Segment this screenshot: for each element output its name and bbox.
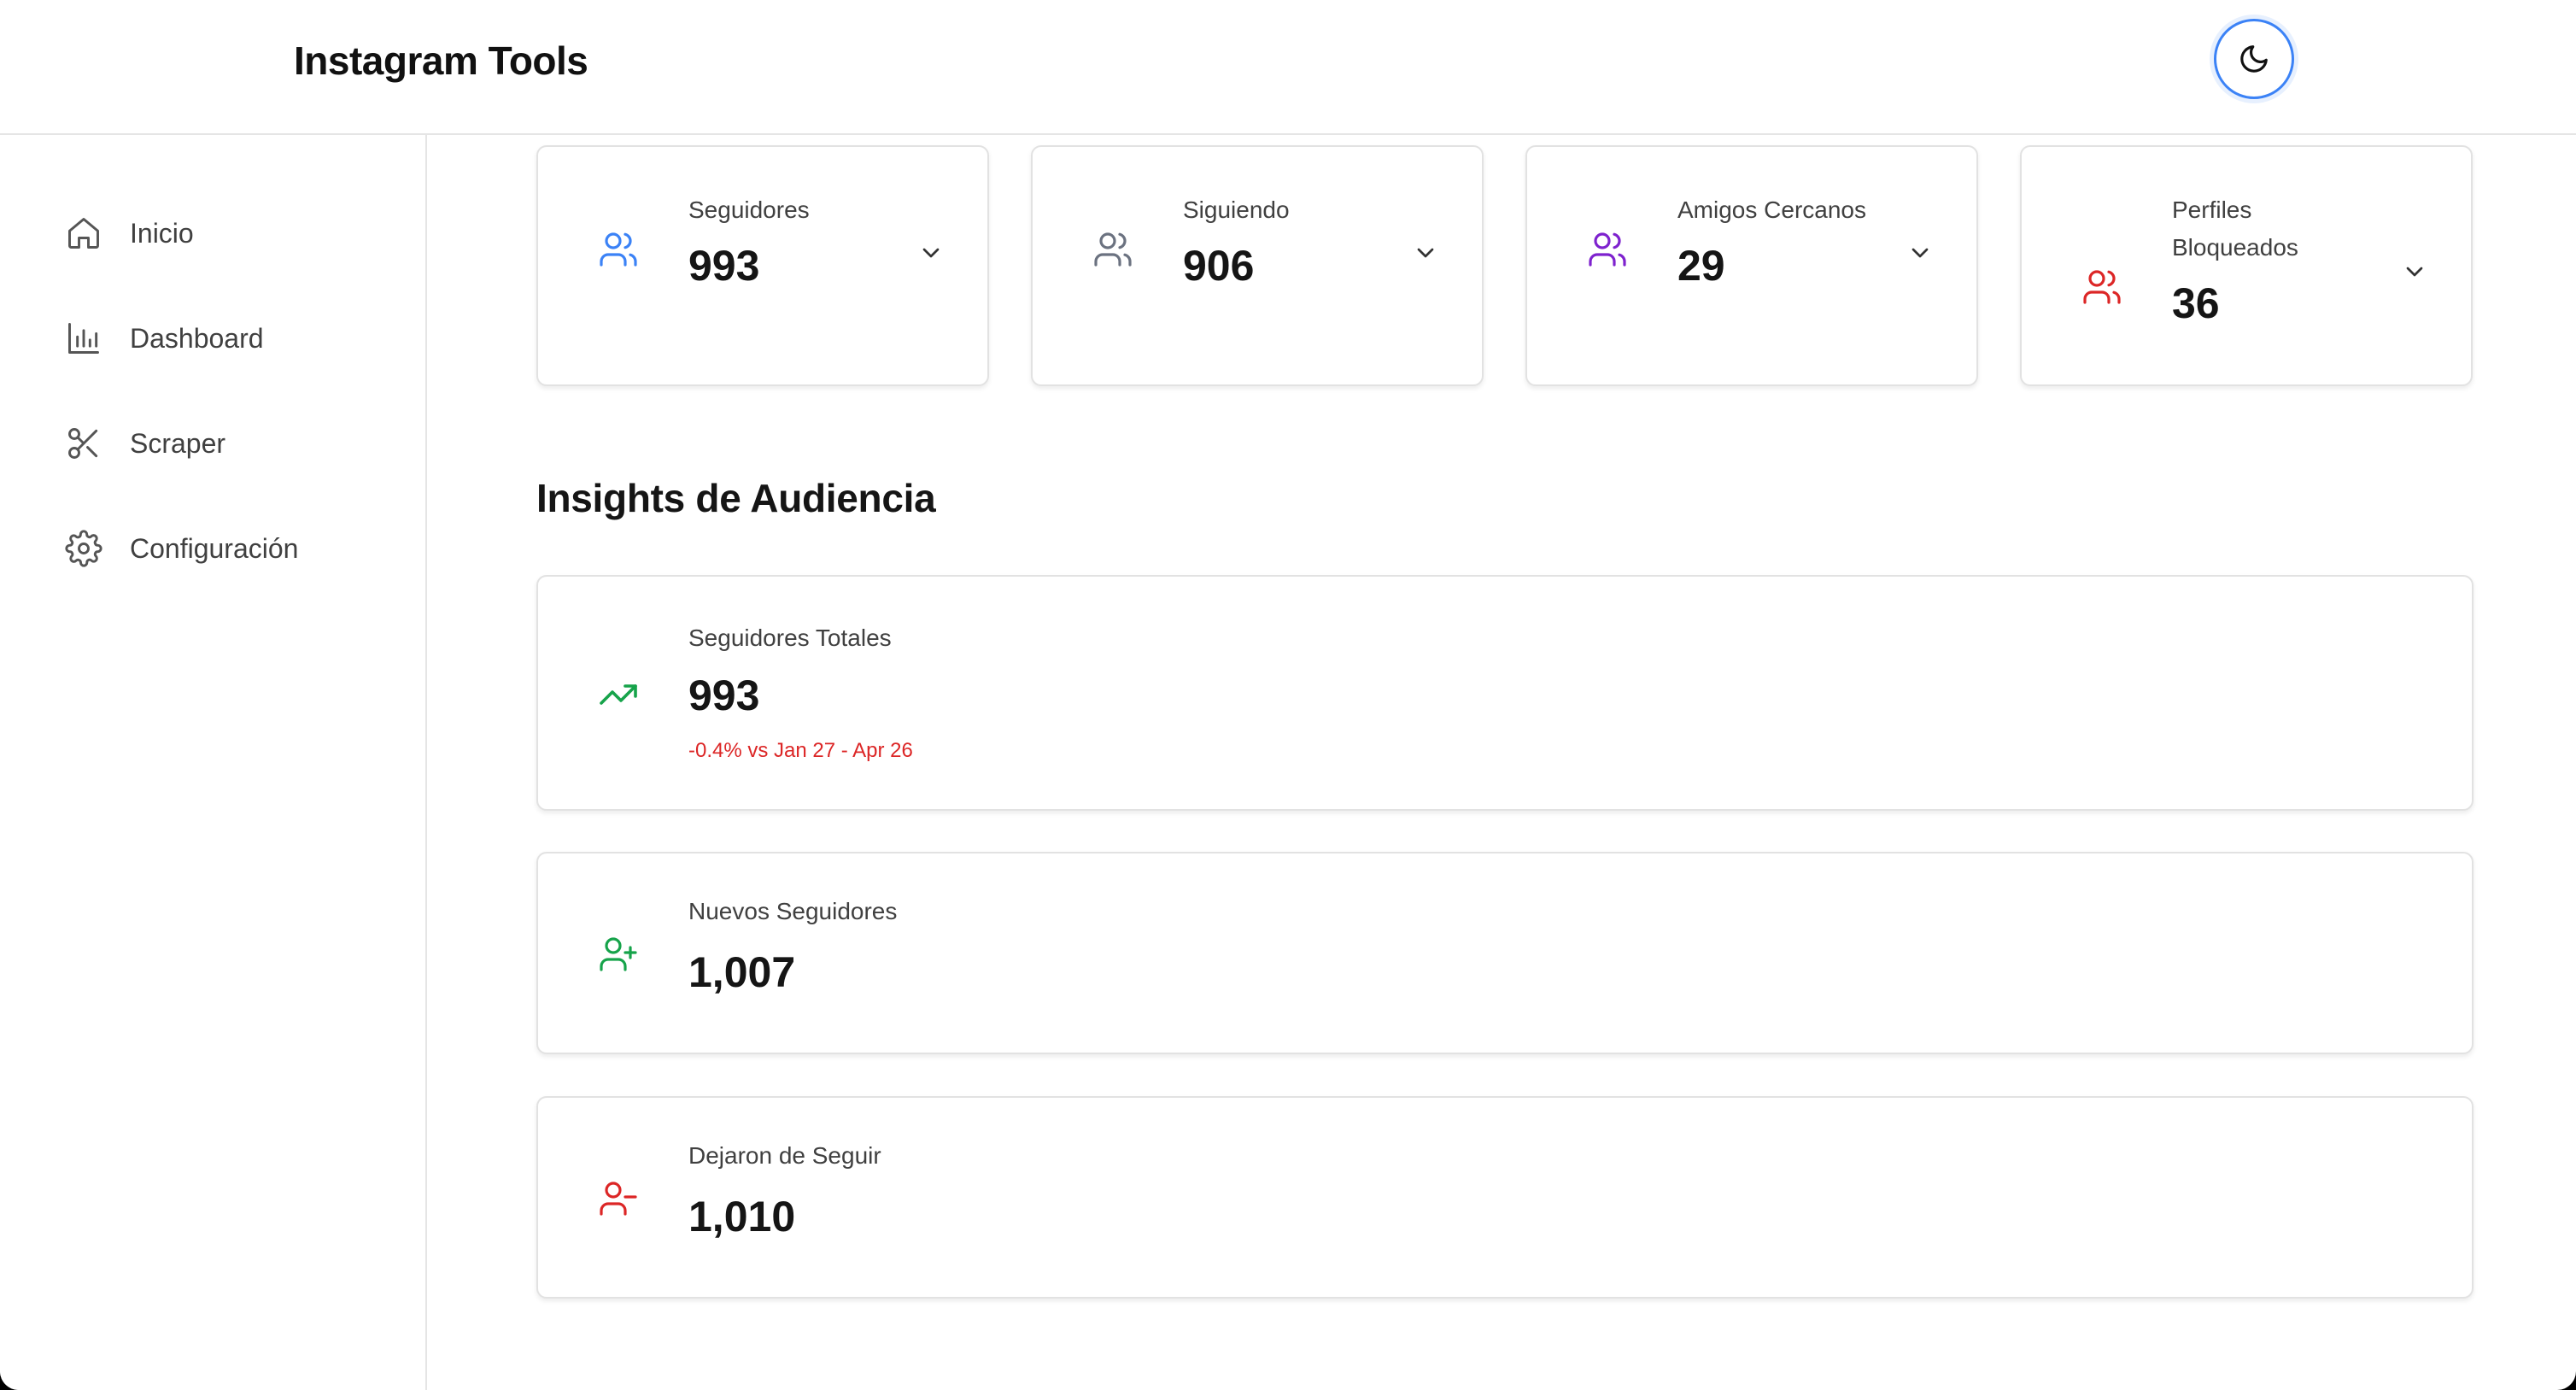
stat-card-siguiendo[interactable]: Siguiendo 906 bbox=[1031, 145, 1484, 386]
users-icon bbox=[1589, 232, 1626, 267]
sidebar-item-label: Scraper bbox=[130, 427, 226, 459]
gear-icon bbox=[65, 530, 102, 567]
top-header: Instagram Tools bbox=[0, 0, 2576, 135]
insight-card-nuevos-seguidores: Nuevos Seguidores 1,007 bbox=[536, 852, 2474, 1054]
sidebar-item-label: Dashboard bbox=[130, 322, 264, 354]
sidebar-item-label: Configuración bbox=[130, 532, 299, 564]
insight-label: Dejaron de Seguir bbox=[688, 1142, 881, 1169]
insight-card-seguidores-totales: Seguidores Totales 993 -0.4% vs Jan 27 -… bbox=[536, 575, 2474, 811]
app-title: Instagram Tools bbox=[294, 38, 588, 83]
sidebar-item-configuracion[interactable]: Configuración bbox=[65, 519, 298, 578]
insight-value: 1,010 bbox=[688, 1193, 796, 1240]
chevron-down-icon[interactable] bbox=[917, 239, 945, 267]
sidebar-item-inicio[interactable]: Inicio bbox=[65, 203, 194, 263]
stat-card-perfiles-bloqueados[interactable]: Perfiles Bloqueados 36 bbox=[2020, 145, 2473, 386]
app-window: Instagram Tools Inicio Dashboard Scraper bbox=[0, 0, 2576, 1390]
stat-value: 29 bbox=[1677, 242, 1725, 290]
insight-label: Seguidores Totales bbox=[688, 625, 892, 651]
user-minus-icon bbox=[600, 1182, 637, 1216]
insight-value: 1,007 bbox=[688, 948, 796, 996]
sidebar-item-scraper[interactable]: Scraper bbox=[65, 413, 225, 473]
stat-value: 36 bbox=[2172, 279, 2220, 327]
sidebar-item-dashboard[interactable]: Dashboard bbox=[65, 308, 264, 368]
stat-card-seguidores[interactable]: Seguidores 993 bbox=[536, 145, 989, 386]
users-icon bbox=[1094, 232, 1132, 267]
stat-label: Siguiendo bbox=[1183, 196, 1290, 223]
chevron-down-icon[interactable] bbox=[1906, 239, 1934, 267]
stat-value: 906 bbox=[1183, 242, 1255, 290]
bar-chart-icon bbox=[68, 323, 99, 354]
chevron-down-icon[interactable] bbox=[1412, 239, 1439, 267]
home-icon bbox=[68, 218, 99, 249]
insight-card-dejaron-de-seguir: Dejaron de Seguir 1,010 bbox=[536, 1096, 2474, 1299]
theme-toggle-button[interactable] bbox=[2214, 19, 2294, 99]
moon-icon bbox=[2240, 45, 2268, 73]
users-icon bbox=[600, 232, 637, 267]
stat-label: Perfiles Bloqueados bbox=[2172, 196, 2298, 261]
insight-label: Nuevos Seguidores bbox=[688, 898, 898, 924]
stat-card-amigos-cercanos[interactable]: Amigos Cercanos 29 bbox=[1525, 145, 1978, 386]
user-plus-icon bbox=[600, 937, 637, 971]
trending-up-icon bbox=[600, 684, 637, 705]
insight-change: -0.4% vs Jan 27 - Apr 26 bbox=[688, 739, 913, 762]
insight-value: 993 bbox=[688, 672, 760, 719]
stat-value: 993 bbox=[688, 242, 760, 290]
users-icon bbox=[2083, 270, 2121, 304]
sidebar-item-label: Inicio bbox=[130, 217, 194, 249]
section-title: Insights de Audiencia bbox=[536, 476, 936, 520]
sidebar: Inicio Dashboard Scraper Configuración bbox=[0, 135, 427, 1390]
stat-label: Seguidores bbox=[688, 196, 810, 223]
stat-label: Amigos Cercanos bbox=[1677, 196, 1866, 223]
scissors-icon bbox=[68, 428, 98, 459]
chevron-down-icon[interactable] bbox=[2401, 258, 2428, 285]
